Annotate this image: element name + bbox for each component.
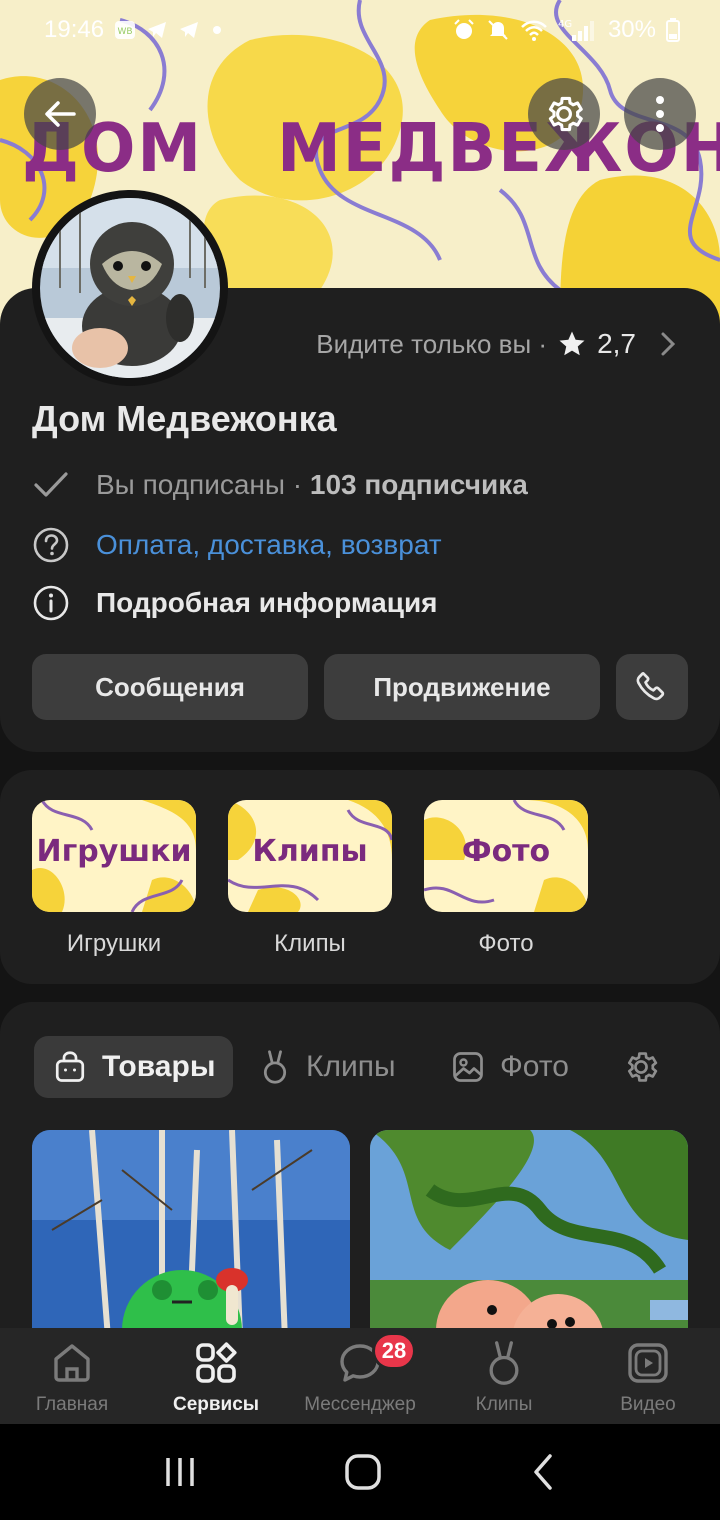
album-caption: Фото: [478, 930, 534, 957]
tab-label: Клипы: [306, 1050, 396, 1083]
photo-icon: [453, 1052, 483, 1082]
mute-icon: [486, 18, 510, 42]
call-button[interactable]: [616, 654, 688, 720]
nav-clips[interactable]: Клипы: [432, 1328, 576, 1424]
wifi-icon: [520, 18, 548, 42]
video-icon: [628, 1343, 668, 1383]
system-navigation-bar: [0, 1424, 720, 1520]
dot-icon: [210, 23, 224, 37]
album-thumbnail: Фото: [424, 800, 588, 912]
nav-label: Видео: [620, 1394, 676, 1415]
subscribers-count: 103 подписчика: [309, 469, 528, 500]
album-item[interactable]: Фото Фото: [424, 800, 588, 958]
wb-app-icon: WB: [114, 20, 136, 40]
nav-label: Главная: [35, 1394, 109, 1415]
more-vertical-icon: [656, 96, 664, 132]
tab-photos[interactable]: Фото: [450, 1036, 569, 1098]
nav-home[interactable]: Главная: [0, 1328, 144, 1424]
nav-label: Сервисы: [172, 1394, 260, 1415]
battery-icon: [666, 18, 680, 42]
unread-badge: 28: [372, 1332, 416, 1370]
cover-title: ДОММЕДВЕЖОНКА: [22, 110, 720, 188]
tab-label: Товары: [102, 1050, 216, 1083]
albums-card: Игрушки Игрушки Клипы Клипы Фото Фото: [0, 770, 720, 984]
avatar[interactable]: [32, 190, 228, 386]
status-time: 19:46: [44, 16, 105, 43]
nav-label: Мессенджер: [304, 1394, 416, 1415]
home-button-icon[interactable]: [343, 1452, 383, 1492]
telegram-icon: [178, 20, 200, 40]
album-caption: Игрушки: [66, 930, 162, 957]
services-icon: [196, 1342, 237, 1383]
album-caption: Клипы: [274, 930, 346, 957]
nav-video[interactable]: Видео: [576, 1328, 720, 1424]
check-icon: [32, 466, 70, 504]
album-item[interactable]: Клипы Клипы: [228, 800, 392, 958]
tab-products[interactable]: Товары: [34, 1036, 234, 1098]
tabs-settings-button[interactable]: [622, 1036, 660, 1098]
arrow-left-icon: [45, 101, 76, 127]
avatar-photo: [40, 198, 220, 378]
network-label: 4G: [558, 19, 572, 30]
nav-label: Клипы: [475, 1394, 533, 1415]
clips-icon: [489, 1341, 519, 1385]
settings-button[interactable]: [528, 78, 600, 150]
tab-clips[interactable]: Клипы: [258, 1036, 396, 1098]
back-icon[interactable]: [528, 1452, 558, 1492]
more-button[interactable]: [624, 78, 696, 150]
payment-link-label: Оплата, доставка, возврат: [96, 529, 442, 560]
nav-services[interactable]: Сервисы: [144, 1328, 288, 1424]
messages-button[interactable]: Сообщения: [32, 654, 308, 720]
album-item[interactable]: Игрушки Игрушки: [32, 800, 196, 958]
clips-icon: [263, 1050, 287, 1084]
details-link[interactable]: Подробная информация: [32, 584, 438, 622]
subscription-row[interactable]: Вы подписаны · 103 подписчика: [32, 466, 528, 504]
phone-icon: [636, 672, 665, 701]
visibility-rating[interactable]: Видите только вы · 2,7: [316, 328, 676, 360]
album-thumbnail: Клипы: [228, 800, 392, 912]
album-thumb-text: Фото: [461, 834, 551, 869]
bottom-navigation: Главная Сервисы Мессенджер 28 Клипы Виде…: [0, 1328, 720, 1424]
promotion-button[interactable]: Продвижение: [324, 654, 600, 720]
group-name: Дом Медвежонка: [32, 398, 337, 439]
question-icon: [32, 526, 70, 564]
telegram-icon: [146, 20, 168, 40]
chevron-right-icon: [661, 332, 676, 356]
alarm-icon: [452, 18, 476, 42]
recent-apps-icon[interactable]: [162, 1454, 198, 1490]
album-thumb-text: Игрушки: [36, 834, 192, 869]
4g-signal-icon: 4G: [558, 17, 598, 43]
info-icon: [32, 584, 70, 622]
back-button[interactable]: [24, 78, 96, 150]
rating-value: 2,7: [597, 328, 636, 359]
tab-label: Фото: [500, 1050, 569, 1083]
star-icon: [559, 331, 585, 356]
payment-delivery-link[interactable]: Оплата, доставка, возврат: [32, 526, 442, 564]
album-thumb-text: Клипы: [252, 834, 368, 869]
nav-messenger[interactable]: Мессенджер 28: [288, 1328, 432, 1424]
gear-icon: [627, 1052, 658, 1082]
status-bar: 19:46 WB 4G 30%: [0, 0, 720, 60]
home-icon: [54, 1344, 90, 1382]
album-thumbnail: Игрушки: [32, 800, 196, 912]
bag-icon: [55, 1051, 85, 1082]
visibility-text: Видите только вы ·: [316, 328, 548, 359]
gear-icon: [548, 96, 583, 132]
details-label: Подробная информация: [96, 587, 438, 618]
battery-percent: 30%: [607, 16, 656, 43]
svg-text:WB: WB: [118, 27, 133, 37]
subscribed-text: Вы подписаны ·: [96, 469, 303, 500]
